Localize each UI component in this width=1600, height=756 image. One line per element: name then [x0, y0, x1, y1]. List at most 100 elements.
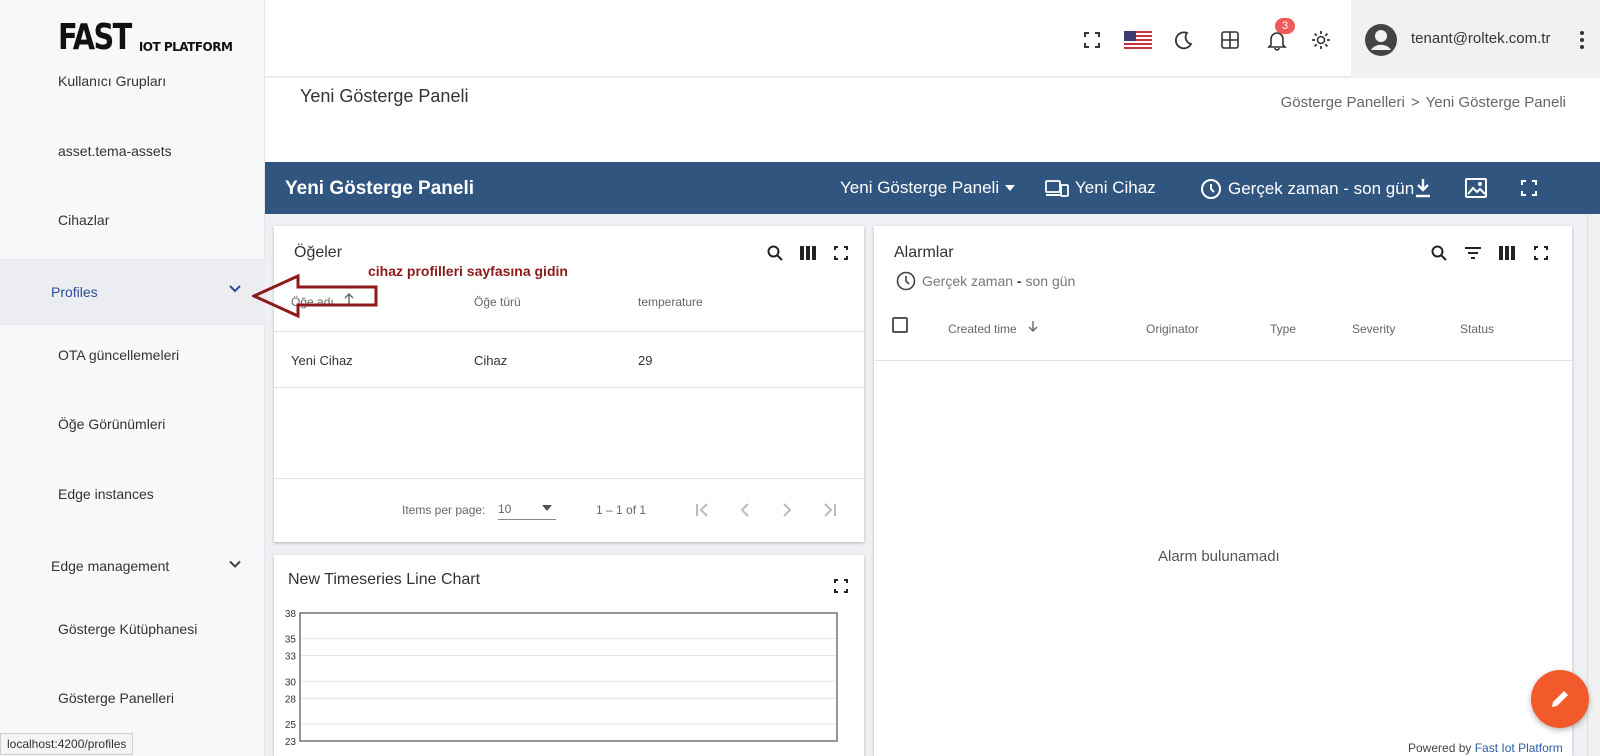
column-header-originator[interactable]: Originator [1146, 322, 1199, 336]
timewindow-separator: - [1013, 273, 1026, 289]
items-per-page-select[interactable]: 10 [498, 500, 556, 520]
dashboard-title: Yeni Gösterge Paneli [285, 178, 475, 199]
dashboard-select-label: Yeni Gösterge Paneli [840, 178, 1000, 197]
sidebar-item-label: Edge instances [58, 486, 154, 502]
entity-alias-button[interactable]: Yeni Cihaz [1045, 178, 1156, 198]
fullscreen-icon[interactable] [830, 242, 852, 264]
cell-entity-name: Yeni Cihaz [291, 353, 353, 368]
dark-mode-icon[interactable] [1172, 28, 1196, 52]
annotation-arrow [252, 274, 378, 318]
widget-title: New Timeseries Line Chart [288, 571, 481, 588]
sidebar-item-label: Gösterge Kütüphanesi [58, 621, 198, 637]
sidebar: FAST IOT PLATFORM Kullanıcı Grupları ass… [0, 0, 265, 756]
sidebar-item-label: Gösterge Panelleri [58, 690, 174, 706]
sidebar-item-ota-updates[interactable]: OTA güncellemeleri [0, 347, 265, 363]
sort-down-icon[interactable] [1028, 320, 1038, 335]
chevron-down-icon[interactable] [227, 557, 243, 576]
download-icon[interactable] [1411, 176, 1435, 200]
caret-down-icon [1005, 185, 1016, 191]
filter-icon[interactable] [1462, 242, 1484, 264]
fullscreen-icon[interactable] [1080, 28, 1104, 52]
column-header-entity-type[interactable]: Öğe türü [474, 295, 521, 309]
widget-title: Alarmlar [894, 244, 954, 261]
y-tick-label: 30 [285, 677, 297, 688]
clock-icon [896, 271, 916, 291]
more-vert-icon[interactable] [1579, 30, 1585, 55]
apps-grid-icon[interactable] [1218, 28, 1242, 52]
breadcrumb-current: Yeni Gösterge Paneli [1425, 94, 1566, 111]
sidebar-item-label: Profiles [51, 284, 98, 300]
alarms-widget: Alarmlar Gerçek zaman - son gün Created … [874, 226, 1572, 756]
timewindow-realtime: Gerçek zaman [922, 273, 1014, 289]
fullscreen-icon[interactable] [1530, 242, 1552, 264]
powered-by-label: Powered by [1408, 741, 1472, 755]
breadcrumb-dashboards-link[interactable]: Gösterge Panelleri [1281, 94, 1405, 111]
timewindow-period: son gün [1025, 273, 1076, 289]
notifications-icon[interactable]: 3 [1265, 18, 1295, 52]
us-flag-icon[interactable] [1123, 28, 1153, 52]
scrollbar[interactable] [1587, 214, 1600, 756]
sidebar-item-user-groups[interactable]: Kullanıcı Grupları [0, 73, 265, 89]
sidebar-item-devices[interactable]: Cihazlar [0, 212, 265, 228]
fullscreen-icon[interactable] [1517, 176, 1541, 200]
fullscreen-icon[interactable] [830, 575, 852, 597]
columns-icon[interactable] [1496, 242, 1518, 264]
powered-by: Powered by Fast Iot Platform [1408, 741, 1563, 755]
logo[interactable]: FAST IOT PLATFORM [58, 17, 233, 58]
next-page-icon[interactable] [776, 499, 798, 521]
sidebar-item-edge-management[interactable]: Edge management [0, 558, 265, 574]
logo-subtext: IOT PLATFORM [138, 40, 233, 54]
sidebar-item-label: Kullanıcı Grupları [58, 73, 167, 89]
brand-link[interactable]: Fast Iot Platform [1475, 741, 1563, 755]
divider [274, 478, 864, 479]
items-per-page-label: Items per page: [402, 503, 486, 517]
column-header-type[interactable]: Type [1270, 322, 1296, 336]
image-export-icon[interactable] [1464, 176, 1488, 200]
sidebar-item-profiles[interactable]: Profiles [0, 259, 265, 325]
timewindow-button[interactable]: Gerçek zaman - son gün [1200, 178, 1414, 200]
user-email: tenant@roltek.com.tr [1411, 30, 1551, 47]
chevron-down-icon[interactable] [227, 259, 243, 325]
sidebar-item-widget-library[interactable]: Gösterge Kütüphanesi [0, 621, 265, 637]
pagination-range: 1 – 1 of 1 [596, 503, 647, 517]
devices-icon [1045, 180, 1069, 197]
column-header-severity[interactable]: Severity [1352, 322, 1395, 336]
alarms-timewindow[interactable]: Gerçek zaman - son gün [896, 271, 1075, 291]
last-page-icon[interactable] [818, 499, 840, 521]
widget-title: Öğeler [294, 244, 343, 261]
settings-gear-icon[interactable] [1309, 28, 1333, 52]
topbar: 3 tenant@roltek.com.tr [265, 0, 1600, 77]
sidebar-item-assets[interactable]: asset.tema-assets [0, 143, 265, 159]
y-tick-label: 35 [285, 635, 297, 646]
sidebar-item-dashboards[interactable]: Gösterge Panelleri [0, 690, 265, 706]
sidebar-item-label: asset.tema-assets [58, 143, 172, 159]
columns-icon[interactable] [797, 242, 819, 264]
column-header-status[interactable]: Status [1460, 322, 1494, 336]
empty-state-text: Alarm bulunamadı [1158, 548, 1280, 565]
sidebar-item-label: Cihazlar [58, 212, 110, 228]
sidebar-item-edge-instances[interactable]: Edge instances [0, 486, 265, 502]
logo-text: FAST [58, 17, 132, 58]
edit-dashboard-button[interactable] [1531, 670, 1589, 728]
pencil-icon [1552, 691, 1568, 707]
notification-badge: 3 [1275, 18, 1295, 34]
previous-page-icon[interactable] [734, 499, 756, 521]
column-header-created-time[interactable]: Created time [948, 322, 1017, 336]
divider [274, 331, 864, 332]
select-all-checkbox[interactable] [892, 317, 908, 333]
search-icon[interactable] [764, 242, 786, 264]
breadcrumb-separator: > [1410, 94, 1420, 111]
sidebar-item-entity-views[interactable]: Öğe Görünümleri [0, 416, 265, 432]
cell-entity-type: Cihaz [474, 353, 508, 368]
dashboard-toolbar: Yeni Gösterge Paneli Yeni Gösterge Panel… [265, 162, 1600, 214]
column-header-temperature[interactable]: temperature [638, 295, 703, 309]
y-tick-label: 28 [285, 694, 297, 705]
user-menu[interactable]: tenant@roltek.com.tr [1351, 0, 1600, 77]
dashboard-select[interactable]: Yeni Gösterge Paneli [840, 178, 1016, 198]
first-page-icon[interactable] [692, 499, 714, 521]
sidebar-item-label: OTA güncellemeleri [58, 347, 180, 363]
divider [274, 387, 864, 388]
line-chart: 2325283033353812:0016:0020:0000:0004:000… [285, 609, 838, 748]
search-icon[interactable] [1428, 242, 1450, 264]
clock-icon [1201, 179, 1221, 199]
